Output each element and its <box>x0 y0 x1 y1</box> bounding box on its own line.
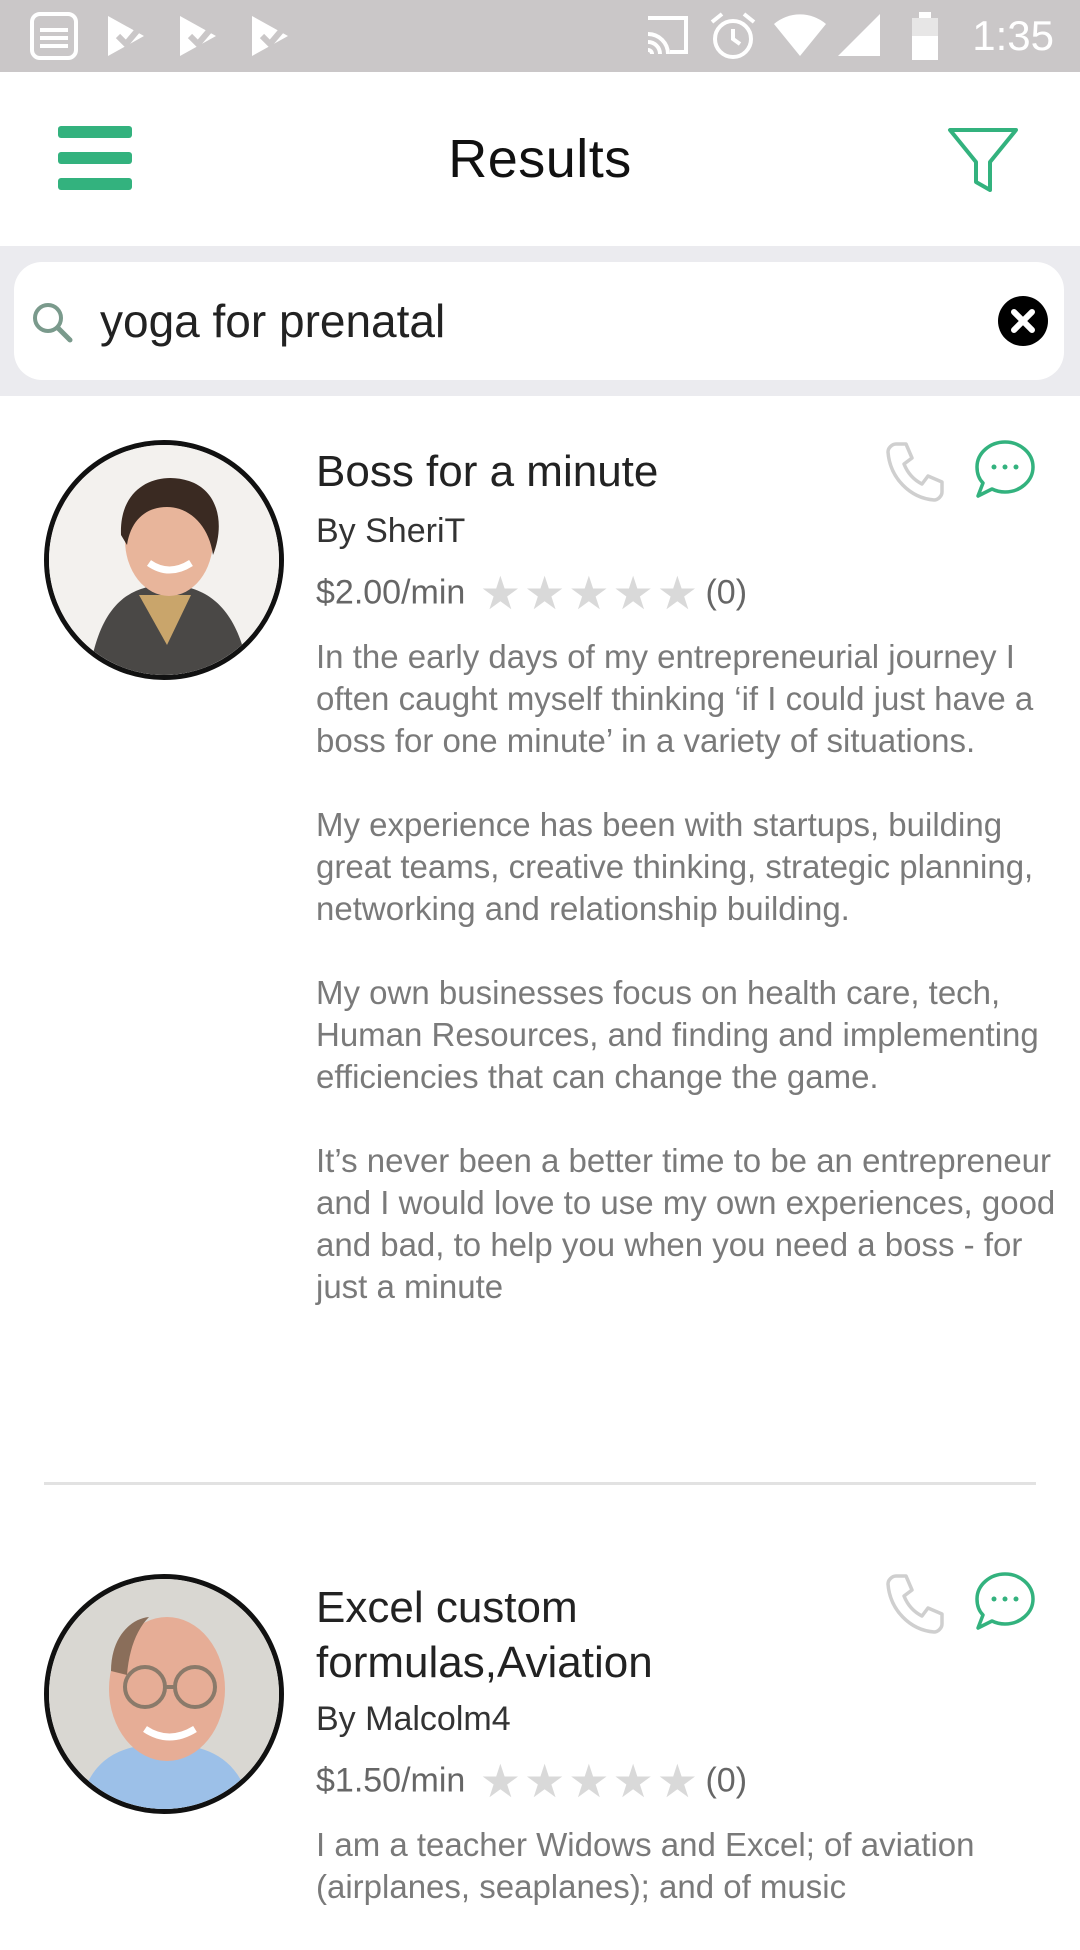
result-price: $1.50/min <box>316 1761 466 1800</box>
check-icon <box>252 16 295 56</box>
review-count: (0) <box>705 1761 748 1800</box>
result-author: By SheriT <box>316 512 466 550</box>
check-icon <box>108 16 151 56</box>
star-icon: ★ <box>656 567 699 619</box>
result-description: In the early days of my entrepreneurial … <box>316 636 1056 1350</box>
review-count: (0) <box>705 573 748 612</box>
search-bar-container <box>0 246 1080 396</box>
app-bar: Results <box>0 72 1080 246</box>
rating-stars: ★★★★★ <box>480 1758 701 1804</box>
star-icon: ★ <box>568 1755 610 1807</box>
price-rating-row: $2.00/min ★★★★★ (0) <box>316 570 747 620</box>
filter-icon[interactable] <box>946 124 1020 196</box>
chat-icon[interactable] <box>972 1568 1038 1634</box>
star-icon: ★ <box>524 1755 566 1807</box>
notification-icon <box>30 12 78 60</box>
phone-icon[interactable] <box>882 438 948 504</box>
result-description: I am a teacher Widows and Excel; of avia… <box>316 1824 1056 1950</box>
result-title[interactable]: Excel custom formulas,Aviation <box>316 1580 876 1690</box>
result-author: By Malcolm4 <box>316 1700 511 1738</box>
check-icon <box>180 16 223 56</box>
description-paragraph: My experience has been with startups, bu… <box>316 806 1034 927</box>
result-item[interactable]: Boss for a minute By SheriT $2.00/min ★★… <box>0 396 1080 1486</box>
result-title[interactable]: Boss for a minute <box>316 444 876 499</box>
search-input[interactable] <box>100 282 960 360</box>
alarm-icon <box>710 12 756 59</box>
star-icon: ★ <box>568 567 610 619</box>
page-title: Results <box>448 129 632 189</box>
divider <box>44 1482 1036 1485</box>
star-icon: ★ <box>612 567 654 619</box>
status-time: 1:35 <box>972 12 1054 59</box>
description-paragraph: I am a teacher Widows and Excel; of avia… <box>316 1826 975 1905</box>
star-icon: ★ <box>479 1755 522 1807</box>
result-price: $2.00/min <box>316 573 466 612</box>
clear-icon[interactable] <box>998 296 1048 346</box>
avatar[interactable] <box>44 1574 284 1814</box>
search-box[interactable] <box>14 262 1064 380</box>
status-bar: 1:35 <box>0 0 1080 72</box>
avatar[interactable] <box>44 440 284 680</box>
star-icon: ★ <box>612 1755 654 1807</box>
battery-icon <box>912 12 938 60</box>
star-icon: ★ <box>656 1755 699 1807</box>
cast-icon <box>647 16 688 55</box>
rating-stars: ★★★★★ <box>480 570 701 616</box>
description-paragraph: It’s never been a better time to be an e… <box>316 1142 1056 1305</box>
star-icon: ★ <box>479 567 522 619</box>
wifi-icon <box>774 14 826 56</box>
description-paragraph: My own businesses focus on health care, … <box>316 974 1039 1095</box>
search-icon <box>33 303 73 343</box>
result-item[interactable]: Excel custom formulas,Aviation By Malcol… <box>0 1530 1080 1920</box>
chat-icon[interactable] <box>972 436 1038 502</box>
description-paragraph: In the early days of my entrepreneurial … <box>316 638 1034 759</box>
price-rating-row: $1.50/min ★★★★★ (0) <box>316 1758 747 1808</box>
phone-icon[interactable] <box>882 1570 948 1636</box>
signal-icon <box>838 14 880 56</box>
star-icon: ★ <box>524 567 566 619</box>
